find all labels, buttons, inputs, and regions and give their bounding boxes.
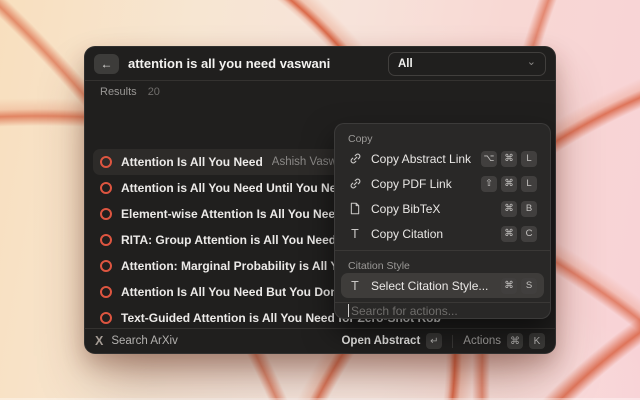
command-key: ⌘ bbox=[501, 151, 517, 167]
text-cursor bbox=[348, 304, 349, 317]
paper-circle-icon bbox=[100, 208, 112, 220]
menu-item-label: Copy PDF Link bbox=[371, 177, 452, 191]
actions-button[interactable]: Actions bbox=[463, 335, 501, 347]
menu-item-label: Copy Abstract Link bbox=[371, 152, 471, 166]
shortcut-keys: ⌘ C bbox=[501, 226, 537, 242]
search-query-text[interactable]: attention is all you need vaswani bbox=[128, 56, 330, 71]
text-icon: T bbox=[348, 227, 362, 241]
results-header: Results 20 bbox=[85, 81, 555, 102]
menu-divider bbox=[335, 250, 550, 251]
paper-circle-icon bbox=[100, 234, 112, 246]
results-count: 20 bbox=[148, 86, 160, 98]
menu-item-copy-abstract-link[interactable]: Copy Abstract Link ⌥ ⌘ L bbox=[341, 146, 544, 171]
actions-menu: Copy Copy Abstract Link ⌥ ⌘ L Copy PDF L… bbox=[334, 123, 551, 319]
footer-actions: Open Abstract ↵ Actions ⌘ K bbox=[341, 333, 545, 349]
actions-search-placeholder: Search for actions... bbox=[351, 304, 458, 318]
raycast-window: ← attention is all you need vaswani All … bbox=[84, 46, 556, 354]
search-topbar: ← attention is all you need vaswani All … bbox=[85, 47, 555, 81]
shift-key: ⇧ bbox=[481, 176, 497, 192]
back-button[interactable]: ← bbox=[94, 54, 119, 74]
menu-item-label: Copy Citation bbox=[371, 227, 443, 241]
menu-item-label: Select Citation Style... bbox=[371, 279, 488, 293]
paper-circle-icon bbox=[100, 260, 112, 272]
paper-circle-icon bbox=[100, 156, 112, 168]
filter-dropdown[interactable]: All ⌄ bbox=[388, 52, 546, 76]
menu-section-title: Citation Style bbox=[341, 255, 544, 273]
b-key: B bbox=[521, 201, 537, 217]
link-icon bbox=[348, 177, 362, 190]
document-icon bbox=[348, 202, 362, 215]
command-key: ⌘ bbox=[501, 201, 517, 217]
window-footer: X Search ArXiv Open Abstract ↵ Actions ⌘… bbox=[85, 328, 555, 353]
paper-circle-icon bbox=[100, 286, 112, 298]
paper-circle-icon bbox=[100, 312, 112, 324]
command-key: ⌘ bbox=[501, 278, 517, 294]
shortcut-keys: ⌘ S bbox=[501, 278, 537, 294]
actions-search-input[interactable]: Search for actions... bbox=[335, 302, 550, 318]
s-key: S bbox=[521, 278, 537, 294]
l-key: L bbox=[521, 151, 537, 167]
k-key-icon: K bbox=[529, 333, 545, 349]
menu-item-copy-citation[interactable]: T Copy Citation ⌘ C bbox=[341, 221, 544, 246]
result-title: Element-wise Attention Is All You Need bbox=[121, 207, 342, 221]
text-icon: T bbox=[348, 279, 362, 293]
command-key: ⌘ bbox=[501, 226, 517, 242]
results-label: Results bbox=[100, 86, 137, 98]
link-icon bbox=[348, 152, 362, 165]
shortcut-keys: ⌘ B bbox=[501, 201, 537, 217]
c-key: C bbox=[521, 226, 537, 242]
menu-section-title: Copy bbox=[341, 128, 544, 146]
footer-divider bbox=[452, 335, 453, 348]
extension-name: Search ArXiv bbox=[111, 335, 177, 347]
menu-item-select-citation-style[interactable]: T Select Citation Style... ⌘ S bbox=[341, 273, 544, 298]
menu-item-copy-bibtex[interactable]: Copy BibTeX ⌘ B bbox=[341, 196, 544, 221]
shortcut-keys: ⌥ ⌘ L bbox=[481, 151, 537, 167]
command-key-icon: ⌘ bbox=[507, 333, 523, 349]
paper-circle-icon bbox=[100, 182, 112, 194]
return-key-icon: ↵ bbox=[426, 333, 442, 349]
shortcut-keys: ⇧ ⌘ L bbox=[481, 176, 537, 192]
filter-dropdown-value: All bbox=[398, 58, 413, 70]
open-abstract-button[interactable]: Open Abstract bbox=[341, 335, 420, 347]
l-key: L bbox=[521, 176, 537, 192]
menu-item-label: Copy BibTeX bbox=[371, 202, 440, 216]
back-arrow-icon: ← bbox=[101, 57, 113, 71]
menu-item-copy-pdf-link[interactable]: Copy PDF Link ⇧ ⌘ L bbox=[341, 171, 544, 196]
command-key: ⌘ bbox=[501, 176, 517, 192]
result-title: Attention Is All You Need bbox=[121, 155, 263, 169]
arxiv-logo-icon: X bbox=[95, 334, 103, 348]
option-key: ⌥ bbox=[481, 151, 497, 167]
